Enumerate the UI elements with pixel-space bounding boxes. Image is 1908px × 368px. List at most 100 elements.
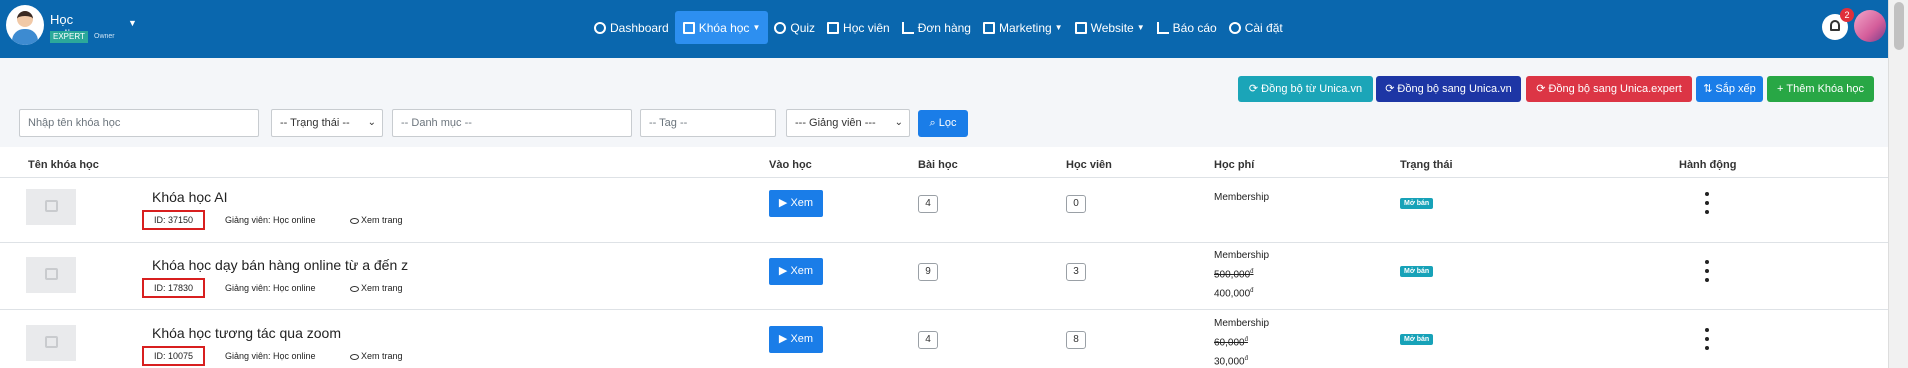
- fee-original: 500,000đ: [1214, 264, 1269, 283]
- course-title[interactable]: Khóa học tương tác qua zoom: [152, 325, 341, 341]
- plan-badge: EXPERT: [50, 31, 88, 43]
- enter-course-button[interactable]: ▶ Xem: [769, 326, 823, 353]
- chevron-down-icon: ⌄: [367, 117, 376, 128]
- category-select[interactable]: -- Danh mục --: [392, 109, 632, 137]
- view-page-link[interactable]: Xem trang: [350, 283, 403, 293]
- fee-sale-value: 30,000: [1214, 356, 1245, 368]
- fee-label: Membership: [1214, 192, 1270, 203]
- enter-course-button[interactable]: ▶ Xem: [769, 258, 823, 285]
- course-thumbnail: [26, 189, 76, 225]
- course-fee: Membership 60,000đ 30,000đ: [1214, 316, 1269, 368]
- graduation-icon: [827, 21, 840, 34]
- table-row: Khóa học AI ID: 37150 Giảng viên: Học on…: [0, 178, 1888, 244]
- desktop-icon: [1074, 21, 1087, 34]
- fee-sale: 30,000đ: [1214, 351, 1269, 368]
- sync-to-unica-button[interactable]: ⟳ Đồng bộ sang Unica.vn: [1376, 76, 1521, 102]
- nav-label: Khóa học: [698, 20, 750, 35]
- add-course-button[interactable]: + Thêm Khóa học: [1767, 76, 1874, 102]
- course-id: ID: 17830: [142, 278, 205, 298]
- nav-dashboard[interactable]: Dashboard: [588, 11, 675, 44]
- course-title[interactable]: Khóa học AI: [152, 189, 228, 205]
- play-icon: ▶: [778, 265, 788, 277]
- refresh-icon: ⟳: [1248, 83, 1259, 95]
- course-teacher: Giảng viên: Học online: [225, 351, 316, 361]
- status-select[interactable]: -- Trạng thái -- ⌄: [271, 109, 383, 137]
- cart-icon: [901, 21, 914, 34]
- course-id: ID: 10075: [142, 346, 205, 366]
- more-actions-icon[interactable]: [1704, 192, 1710, 214]
- search-icon: ⌕: [929, 117, 936, 129]
- more-actions-icon[interactable]: [1704, 260, 1710, 282]
- fee-label: Membership: [1214, 250, 1270, 261]
- sort-button[interactable]: ⇅ Sắp xếp: [1696, 76, 1763, 102]
- nav-marketing[interactable]: Marketing ▼: [977, 11, 1069, 44]
- lesson-count: 4: [918, 195, 938, 213]
- currency-symbol: đ: [1250, 288, 1254, 295]
- course-id: ID: 37150: [142, 210, 205, 230]
- course-title[interactable]: Khóa học dạy bán hàng online từ a đến z: [152, 257, 408, 273]
- nav-students[interactable]: Học viên: [821, 11, 896, 44]
- sync-to-expert-button[interactable]: ⟳ Đồng bộ sang Unica.expert: [1526, 76, 1692, 102]
- play-icon: ▶: [778, 197, 788, 209]
- nav-quiz[interactable]: Quiz: [768, 11, 821, 44]
- button-label: Đồng bộ sang Unica.expert: [1548, 83, 1682, 95]
- nav-label: Dashboard: [610, 20, 669, 35]
- enter-course-button[interactable]: ▶ Xem: [769, 190, 823, 217]
- gear-icon: [1228, 21, 1241, 34]
- nav-courses[interactable]: Khóa học ▼: [674, 11, 769, 44]
- nav-label: Cài đặt: [1244, 20, 1283, 35]
- brand-avatar: [6, 5, 44, 45]
- chevron-down-icon: ⌄: [894, 117, 903, 128]
- currency-symbol: đ: [1244, 356, 1248, 363]
- nav-label: Quiz: [790, 20, 816, 35]
- caret-down-icon: ▼: [1136, 23, 1145, 32]
- status-badge: Mở bán: [1400, 198, 1434, 209]
- divider: [0, 242, 1888, 243]
- student-count: 8: [1066, 331, 1086, 349]
- header-course-name: Tên khóa học: [28, 159, 99, 171]
- nav-website[interactable]: Website ▼: [1069, 11, 1151, 44]
- nav-label: Marketing: [998, 20, 1052, 35]
- list-icon: [682, 21, 695, 34]
- button-label: Đồng bộ sang Unica.vn: [1397, 83, 1512, 95]
- course-thumbnail: [26, 257, 76, 293]
- scrollbar-thumb[interactable]: [1894, 2, 1904, 50]
- input-placeholder: Nhập tên khóa học: [28, 117, 121, 129]
- image-icon: [45, 200, 58, 212]
- fee-original: 60,000đ: [1214, 332, 1269, 351]
- view-page-link[interactable]: Xem trang: [350, 351, 403, 361]
- fee-original-value: 500,000: [1214, 269, 1251, 281]
- course-name-input[interactable]: Nhập tên khóa học: [19, 109, 259, 137]
- refresh-icon: ⟳: [1385, 83, 1395, 95]
- vertical-scrollbar[interactable]: [1888, 0, 1908, 368]
- course-thumbnail: [26, 325, 76, 361]
- more-actions-icon[interactable]: [1704, 328, 1710, 350]
- plus-icon: +: [1776, 83, 1784, 95]
- button-label: Xem: [790, 265, 814, 277]
- notification-count: 2: [1840, 8, 1854, 22]
- user-avatar[interactable]: [1854, 10, 1886, 42]
- view-page-link[interactable]: Xem trang: [350, 215, 403, 225]
- header-fee: Học phí: [1214, 159, 1255, 171]
- course-teacher: Giảng viên: Học online: [225, 283, 316, 293]
- nav-settings[interactable]: Cài đặt: [1223, 11, 1289, 44]
- teacher-select[interactable]: --- Giảng viên --- ⌄: [786, 109, 910, 137]
- button-label: Thêm Khóa học: [1786, 83, 1865, 95]
- header-enter: Vào học: [769, 159, 812, 171]
- filter-button[interactable]: ⌕ Lọc: [918, 110, 968, 137]
- play-icon: ▶: [778, 333, 788, 345]
- tag-select[interactable]: -- Tag --: [640, 109, 776, 137]
- question-circle-icon: [774, 21, 787, 34]
- chevron-down-icon[interactable]: ▼: [128, 18, 137, 28]
- sync-from-unica-button[interactable]: ⟳ Đồng bộ từ Unica.vn: [1238, 76, 1373, 102]
- nav-reports[interactable]: Báo cáo: [1151, 11, 1223, 44]
- caret-down-icon: ▼: [1054, 23, 1063, 32]
- fee-label: Membership: [1214, 318, 1270, 329]
- header-lessons: Bài học: [918, 159, 958, 171]
- nav-orders[interactable]: Đơn hàng: [896, 11, 977, 44]
- table-row: Khóa học dạy bán hàng online từ a đến z …: [0, 246, 1888, 312]
- button-label: Lọc: [938, 117, 957, 129]
- top-navbar: Học online EXPERT Owner ▼ Dashboard Khóa…: [0, 0, 1888, 58]
- lesson-count: 4: [918, 331, 938, 349]
- status-badge: Mở bán: [1400, 334, 1434, 345]
